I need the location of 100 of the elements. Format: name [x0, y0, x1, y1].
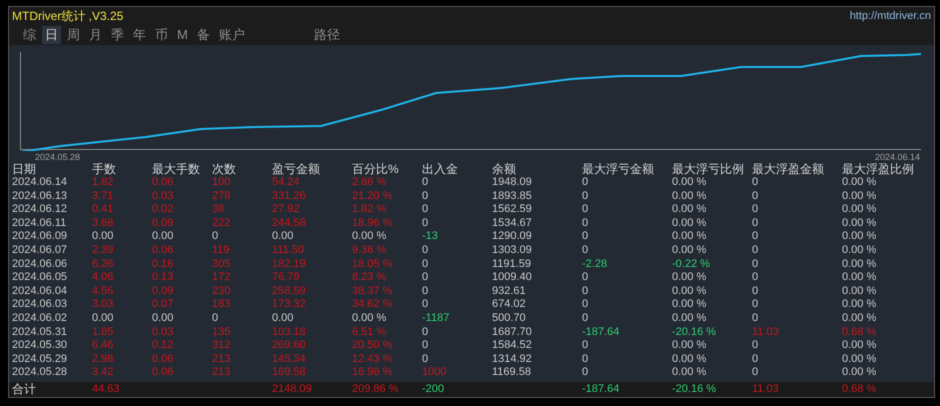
table-cell-text: 173.32	[272, 298, 307, 312]
tab[interactable]: 日	[42, 26, 61, 44]
table-cell-text: -20.16 %	[672, 326, 718, 340]
table-cell-text: 0.07	[152, 298, 174, 312]
table-cell-text: 0	[422, 190, 430, 204]
table-cell-text: 2024.06.12	[12, 203, 68, 217]
table-cell-text: 0	[212, 312, 220, 326]
tab[interactable]: 年	[130, 26, 149, 44]
table-cell-text: 1000	[422, 366, 448, 380]
tab[interactable]: 综	[20, 26, 39, 44]
table-cell-text: 27.92	[272, 203, 301, 217]
table-cell-text: 244.58	[272, 216, 307, 230]
tab[interactable]: 月	[86, 26, 105, 44]
table-cell-text: 0.68 %	[842, 326, 878, 340]
table-cell-text: 0.00 %	[842, 244, 878, 258]
table-cell-text: 6.26	[92, 258, 114, 272]
table-cell-text: 0.00 %	[842, 339, 878, 353]
table-cell-text: 3.68	[92, 216, 114, 230]
table-cell-text: 合计	[12, 382, 37, 397]
table-cell-text: 135	[212, 326, 232, 340]
table-cell-text: 2.86 %	[352, 176, 388, 190]
table-cell-text: 2024.06.09	[12, 230, 68, 244]
table-cell-text: 182.19	[272, 258, 307, 272]
website-link[interactable]: http://mtdriver.cn	[850, 9, 931, 23]
table-cell-text: 0.00 %	[672, 244, 708, 258]
table-cell-text: 1948.09	[492, 176, 533, 190]
table-cell-text: 3.71	[92, 190, 114, 204]
tab[interactable]: 路径	[310, 26, 343, 44]
table-cell-text: 0	[752, 203, 760, 217]
table-cell-text: 0.00 %	[672, 230, 708, 244]
table-cell-text: 2024.06.13	[12, 190, 68, 204]
table-cell-text: 38	[212, 203, 226, 217]
column-header: 最大手数	[152, 162, 201, 176]
table-cell-text: 1687.70	[492, 326, 533, 340]
tab[interactable]: 账户	[216, 26, 248, 44]
table-cell-text: 183	[212, 298, 232, 312]
table-cell-text: 331.26	[272, 190, 307, 204]
table-cell-text: 11.03	[752, 326, 780, 340]
table-cell-text: 0	[752, 258, 760, 272]
table-cell-text: 0	[212, 230, 220, 244]
tab[interactable]: M	[174, 26, 191, 44]
table-cell-text: 0.00 %	[842, 312, 878, 326]
table-cell-text: 0	[752, 244, 760, 258]
table-cell-text: 0	[422, 326, 430, 340]
table-cell-text: -200	[422, 382, 446, 397]
table-cell-text: 172	[212, 271, 232, 285]
table-cell-text: 18.05 %	[352, 258, 394, 272]
tab[interactable]: 币	[152, 26, 171, 44]
table-cell-text: 0	[752, 284, 760, 298]
table-cell-text: 2.39	[92, 244, 114, 258]
table-cell-text: 0.00 %	[672, 203, 708, 217]
table-cell-text: 0.06	[152, 366, 174, 380]
table-cell-text: 0	[752, 312, 760, 326]
tab[interactable]: 周	[64, 26, 83, 44]
table-cell-text: 0.00 %	[672, 284, 708, 298]
table-cell-text: 0.00	[92, 230, 114, 244]
table-cell-text: 0	[582, 312, 590, 326]
table-cell-text: 0.00	[272, 230, 294, 244]
table-cell-text: 8.23 %	[352, 271, 388, 285]
column-header: 次数	[212, 162, 237, 176]
column-header: 盈亏金额	[272, 162, 321, 176]
table-cell-text: 0	[422, 339, 430, 353]
table-cell-text: 16.96 %	[352, 366, 394, 380]
window-title: MTDriver统计 ,V3.25	[12, 9, 124, 23]
table-cell-text: 0.00 %	[842, 258, 878, 272]
table-cell-text: 0.00 %	[672, 352, 708, 366]
table-cell-text: 12.43 %	[352, 352, 394, 366]
table-cell-text: 2024.06.02	[12, 312, 68, 326]
table-cell-text: 4.56	[92, 284, 114, 298]
table-cell-text: 21.20 %	[352, 190, 394, 204]
table-cell-text: 0.06	[152, 352, 174, 366]
table-cell-text: 0.68 %	[842, 382, 878, 397]
table-cell-text: 44.63	[92, 382, 121, 397]
table-cell-text: 258.59	[272, 284, 307, 298]
table-cell-text: 1191.59	[492, 258, 532, 272]
table-cell-text: 1.85	[92, 326, 114, 340]
table-cell-text: 213	[212, 366, 232, 380]
table-cell-text: 0.00 %	[672, 190, 708, 204]
table-cell-text: 0.00 %	[672, 298, 708, 312]
table-cell-text: 0.02	[152, 203, 174, 217]
table-cell-text: 2024.05.29	[12, 352, 68, 366]
table-cell-text: 0	[582, 216, 590, 230]
table-cell-text: 0.00 %	[842, 190, 878, 204]
table-cell-text: 0	[752, 339, 760, 353]
table-cell-text: 0	[422, 271, 430, 285]
table-cell-text: 0.00 %	[842, 352, 878, 366]
tab[interactable]: 备	[194, 26, 213, 44]
tab[interactable]: 季	[108, 26, 127, 44]
table-cell-text: 1169.58	[492, 366, 532, 380]
table-cell-text: 269.60	[272, 339, 307, 353]
table-cell-text: 500.70	[492, 312, 527, 326]
column-header: 出入金	[422, 162, 459, 176]
table-cell-text: 18.96 %	[352, 216, 394, 230]
table-cell-text: -1187	[422, 312, 450, 326]
table-cell-text: 111.50	[272, 244, 306, 258]
table-cell-text: 0	[582, 271, 590, 285]
table-cell-text: 1.82 %	[352, 203, 388, 217]
table-cell-text: -2.28	[582, 258, 608, 272]
table-cell-text: 312	[212, 339, 232, 353]
table-cell-text: 0	[422, 244, 430, 258]
